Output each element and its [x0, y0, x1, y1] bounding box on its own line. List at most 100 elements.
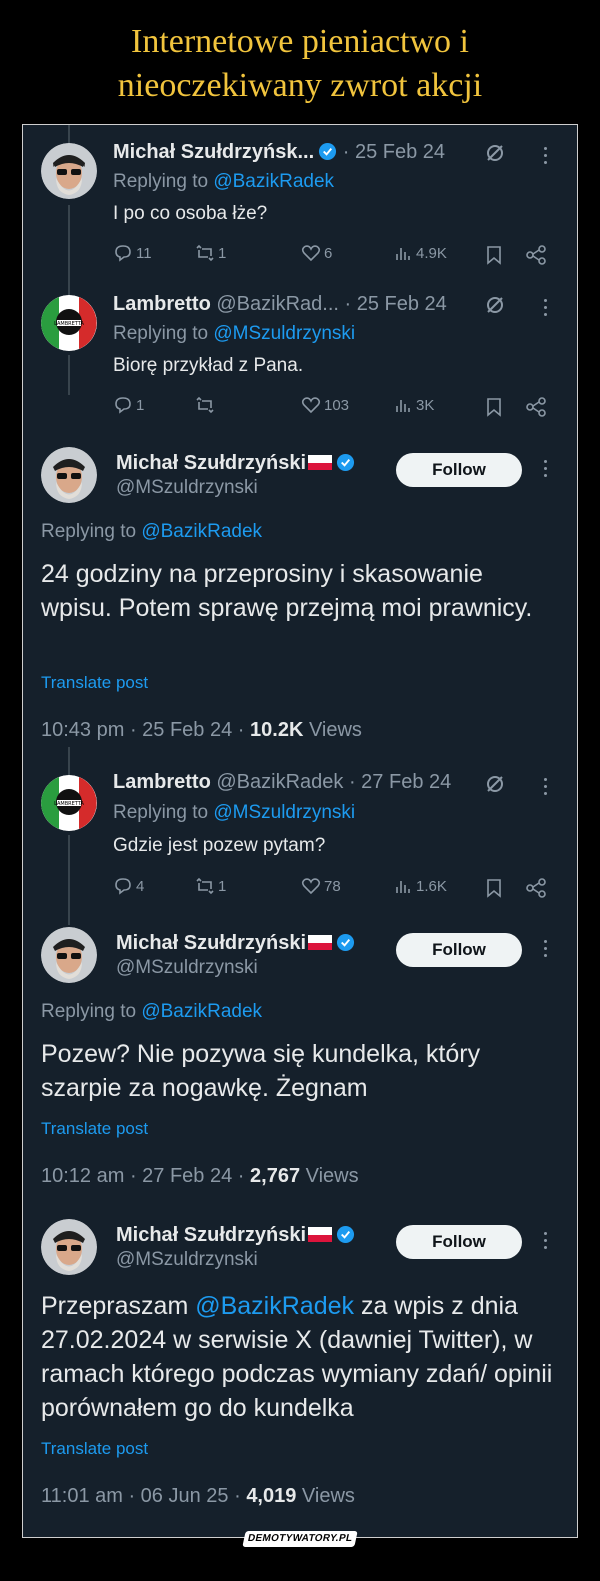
site-watermark: DEMOTYWATORY.PL [242, 1531, 358, 1547]
tweet-text: Gdzie jest pozew pytam? [113, 835, 326, 856]
tweet-date[interactable]: · 25 Feb 24 [343, 141, 445, 163]
share-icon[interactable] [525, 878, 547, 898]
translate-link[interactable]: Translate post [41, 1119, 148, 1139]
views-button[interactable]: 4.9K [393, 243, 447, 263]
more-options-icon[interactable] [543, 778, 549, 799]
poland-flag-icon [308, 455, 333, 470]
more-options-icon[interactable] [543, 147, 549, 168]
replying-to: Replying to @MSzuldrzynski [113, 323, 356, 344]
thread-line [68, 747, 70, 775]
tweet-date[interactable]: · 25 Feb 24 [345, 293, 447, 315]
replying-to-handle[interactable]: @BazikRadek [141, 1001, 262, 1022]
like-count: 103 [324, 396, 350, 414]
verified-badge-icon [337, 453, 355, 472]
thread-line [68, 125, 70, 145]
share-icon[interactable] [525, 397, 547, 417]
views-button[interactable]: 3K [393, 395, 434, 415]
avatar-michal[interactable] [41, 447, 97, 503]
svg-text:LAMBRETTA: LAMBRETTA [54, 321, 84, 327]
page-title-line-2: nieoczekiwany zwrot akcji [117, 67, 483, 104]
tweet-timestamp[interactable]: 11:01 am · 06 Jun 25 · [41, 1485, 246, 1507]
replying-to: Replying to @BazikRadek [113, 171, 335, 192]
repost-button[interactable] [195, 395, 218, 415]
grok-icon[interactable] [484, 142, 506, 164]
replying-to-handle[interactable]: @MSzuldrzynski [213, 802, 355, 823]
follow-button[interactable]: Follow [396, 1225, 522, 1259]
like-button[interactable]: 78 [301, 876, 341, 896]
more-options-icon[interactable] [543, 460, 549, 481]
poland-flag-icon [308, 935, 333, 950]
author-name[interactable]: Lambretto [113, 771, 211, 793]
share-icon[interactable] [525, 245, 547, 265]
tweet-1-header: Michał Szułdrzyńsk... · 25 Feb 24 [113, 141, 445, 164]
follow-button[interactable]: Follow [396, 453, 522, 487]
page-title-line-1: Internetowe pieniactwo i [131, 23, 469, 60]
tweet-6-header: Michał Szułdrzyński [116, 1224, 355, 1247]
more-options-icon[interactable] [543, 940, 549, 961]
bookmark-icon[interactable] [485, 878, 503, 898]
tweet-4-header: Lambretto @BazikRadek · 27 Feb 24 [113, 771, 451, 794]
repost-count: 1 [218, 244, 227, 262]
tweet-timestamp[interactable]: 10:12 am · 27 Feb 24 · [41, 1165, 250, 1187]
reply-count: 4 [136, 877, 145, 895]
replying-to-handle[interactable]: @MSzuldrzynski [213, 323, 355, 344]
tweet-meta: 10:43 pm · 25 Feb 24 · 10.2K Views [41, 719, 362, 741]
thread-line [68, 205, 70, 295]
like-button[interactable]: 103 [301, 395, 349, 415]
tweet-text: I po co osoba łże? [113, 203, 268, 224]
tweet-3-header: Michał Szułdrzyński [116, 452, 355, 475]
avatar-michal[interactable] [41, 143, 97, 199]
reply-count: 11 [136, 244, 152, 262]
author-name[interactable]: Lambretto [113, 293, 211, 315]
more-options-icon[interactable] [543, 1232, 549, 1253]
views-count: 3K [416, 396, 435, 414]
page-title: Internetowe pieniactwo i nieoczekiwany z… [0, 20, 600, 108]
author-handle[interactable]: @MSzuldrzynski [116, 477, 258, 499]
svg-text:LAMBRETTA: LAMBRETTA [54, 801, 84, 807]
avatar-lambretto[interactable]: LAMBRETTA [41, 775, 97, 831]
repost-count: 1 [218, 877, 227, 895]
grok-icon[interactable] [484, 294, 506, 316]
like-button[interactable]: 6 [301, 243, 332, 263]
avatar-lambretto[interactable]: LAMBRETTA [41, 295, 97, 351]
replying-to-handle[interactable]: @BazikRadek [213, 171, 334, 192]
author-name[interactable]: Michał Szułdrzyński [116, 452, 306, 474]
translate-link[interactable]: Translate post [41, 1439, 148, 1459]
tweet-timestamp[interactable]: 10:43 pm · 25 Feb 24 · [41, 719, 250, 741]
like-count: 78 [324, 877, 341, 895]
reply-button[interactable]: 1 [113, 395, 144, 415]
grok-icon[interactable] [484, 773, 506, 795]
reply-button[interactable]: 11 [113, 243, 152, 263]
tweet-text: Pozew? Nie pozywa się kundelka, który sz… [41, 1040, 481, 1102]
author-handle[interactable]: @BazikRad... [216, 293, 339, 315]
views-count: 4,019 [246, 1485, 297, 1507]
like-count: 6 [324, 244, 333, 262]
author-name[interactable]: Michał Szułdrzyński [116, 1224, 306, 1246]
reply-button[interactable]: 4 [113, 876, 144, 896]
bookmark-icon[interactable] [485, 397, 503, 417]
follow-button[interactable]: Follow [396, 933, 522, 967]
views-button[interactable]: 1.6K [393, 876, 447, 896]
more-options-icon[interactable] [543, 299, 549, 320]
tweet-screenshot-frame: Michał Szułdrzyńsk... · 25 Feb 24 Replyi… [22, 124, 578, 1538]
translate-link[interactable]: Translate post [41, 673, 148, 693]
tweet-date[interactable]: · 27 Feb 24 [349, 771, 451, 793]
author-handle[interactable]: @MSzuldrzynski [116, 957, 258, 979]
verified-badge-icon [337, 1225, 355, 1244]
bookmark-icon[interactable] [485, 245, 503, 265]
avatar-michal[interactable] [41, 927, 97, 983]
author-name[interactable]: Michał Szułdrzyńsk... [113, 141, 314, 163]
tweet-5-header: Michał Szułdrzyński [116, 932, 355, 955]
author-handle[interactable]: @BazikRadek [216, 771, 343, 793]
repost-button[interactable]: 1 [195, 876, 226, 896]
thread-line [68, 835, 70, 925]
author-name[interactable]: Michał Szułdrzyński [116, 932, 306, 954]
author-handle[interactable]: @MSzuldrzynski [116, 1249, 258, 1271]
reply-count: 1 [136, 396, 145, 414]
mention-link[interactable]: @BazikRadek [195, 1292, 354, 1320]
repost-button[interactable]: 1 [195, 243, 226, 263]
replying-to-handle[interactable]: @BazikRadek [141, 521, 262, 542]
replying-to: Replying to @BazikRadek [41, 1001, 263, 1022]
avatar-michal[interactable] [41, 1219, 97, 1275]
tweet-meta: 10:12 am · 27 Feb 24 · 2,767 Views [41, 1165, 359, 1187]
